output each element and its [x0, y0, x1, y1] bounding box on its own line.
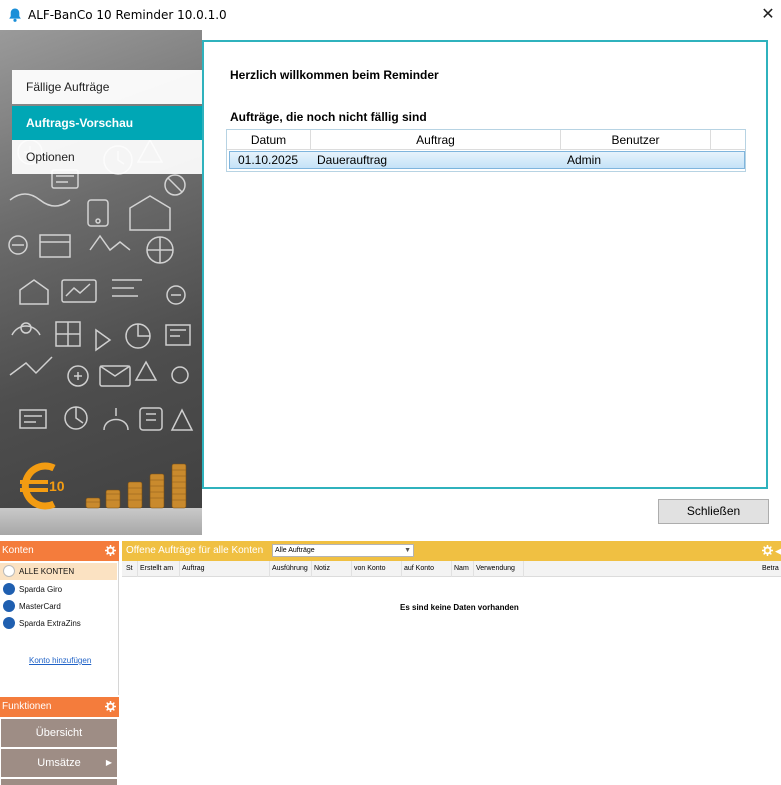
column-header-auftrag[interactable]: Auftrag — [311, 130, 561, 150]
title-bar: ALF-BanCo 10 Reminder 10.0.1.0 ✕ — [0, 0, 781, 30]
section-title: Aufträge, die noch nicht fällig sind — [230, 110, 427, 124]
column-header-von-konto[interactable]: von Konto — [352, 561, 402, 577]
column-header-status[interactable]: St — [124, 561, 138, 577]
cell-auftrag: Dauerauftrag — [317, 153, 388, 167]
orders-preview-table: Datum Auftrag Benutzer 01.10.2025 Dauera… — [226, 129, 746, 172]
column-header-ausfuehrung[interactable]: Ausführung — [270, 561, 312, 577]
umsaetze-button[interactable]: Umsätze ▶ — [1, 749, 117, 777]
nav-item-optionen[interactable]: Optionen — [12, 140, 202, 174]
bank-card-icon — [3, 617, 15, 629]
logo-digits: 10 — [49, 478, 65, 494]
gear-icon[interactable] — [762, 545, 773, 556]
column-header-auftrag[interactable]: Auftrag — [180, 561, 270, 577]
side-image-panel: Fällige Aufträge Auftrags-Vorschau Optio… — [0, 30, 202, 535]
funktionen-title: Funktionen — [2, 701, 52, 712]
konten-header: Konten — [0, 541, 119, 561]
konto-label: Sparda ExtraZins — [19, 619, 81, 628]
nav-item-auftrags-vorschau[interactable]: Auftrags-Vorschau — [12, 106, 202, 140]
schliessen-button[interactable]: Schließen — [658, 499, 769, 524]
coin-stacks-image — [85, 463, 187, 509]
orders-table-header: St Erstellt am Auftrag Ausführung Notiz … — [122, 561, 781, 577]
uebersicht-button[interactable]: Übersicht — [1, 719, 117, 747]
bank-card-icon — [3, 600, 15, 612]
table-row[interactable]: 01.10.2025 Dauerauftrag Admin — [229, 151, 745, 169]
konto-label: MasterCard — [19, 602, 61, 611]
konto-label: Sparda Giro — [19, 585, 63, 594]
konto-item-sparda-giro[interactable]: Sparda Giro — [0, 581, 117, 598]
funktionen-header: Funktionen — [0, 697, 119, 717]
column-header-benutzer[interactable]: Benutzer — [561, 130, 711, 150]
background-app: Konten ALLE KONTEN Sparda Giro MasterCar… — [0, 541, 781, 785]
gear-icon[interactable] — [105, 701, 116, 712]
bank-card-icon — [3, 583, 15, 595]
uebersicht-label: Übersicht — [35, 727, 83, 739]
chevron-right-icon: ▶ — [105, 758, 112, 767]
app-window: ALF-BanCo 10 Reminder 10.0.1.0 ✕ Fällige… — [0, 0, 781, 785]
column-header-datum[interactable]: Datum — [227, 130, 311, 150]
konten-list: ALLE KONTEN Sparda Giro MasterCard Spard… — [0, 561, 119, 695]
column-header-auf-konto[interactable]: auf Konto — [402, 561, 452, 577]
funktion-button[interactable] — [1, 779, 117, 785]
konto-item-mastercard[interactable]: MasterCard — [0, 598, 117, 615]
close-window-button[interactable]: ✕ — [757, 5, 779, 25]
umsaetze-label: Umsätze — [37, 757, 81, 769]
konto-item-sparda-extrazins[interactable]: Sparda ExtraZins — [0, 615, 117, 632]
nav-item-faellige-auftraege[interactable]: Fällige Aufträge — [12, 70, 202, 104]
orders-filter-select[interactable]: Alle Aufträge ▼ — [272, 544, 414, 557]
konten-title: Konten — [2, 545, 34, 556]
cell-datum: 01.10.2025 — [238, 153, 299, 167]
window-title: ALF-BanCo 10 Reminder 10.0.1.0 — [28, 8, 227, 22]
table-header: Datum Auftrag Benutzer — [227, 130, 745, 150]
collapse-arrow-icon[interactable]: ◀ — [775, 541, 781, 561]
orders-header: Offene Aufträge für alle Konten Alle Auf… — [122, 541, 781, 561]
cell-benutzer: Admin — [567, 153, 602, 167]
konto-hinzufuegen-link[interactable]: Konto hinzufügen — [29, 656, 91, 665]
doodle-illustration — [8, 138, 194, 431]
column-header-notiz[interactable]: Notiz — [312, 561, 352, 577]
orders-title: Offene Aufträge für alle Konten — [126, 545, 264, 556]
gear-icon[interactable] — [105, 545, 116, 556]
chevron-down-icon: ▼ — [404, 547, 411, 554]
bell-icon — [9, 8, 21, 22]
column-header-betrag[interactable]: Betra — [760, 561, 781, 577]
alf-banco-logo: 10 — [20, 462, 65, 510]
empty-state-message: Es sind keine Daten vorhanden — [400, 603, 519, 612]
konto-label: ALLE KONTEN — [19, 567, 75, 576]
column-header-erstellt[interactable]: Erstellt am — [138, 561, 180, 577]
column-header-verwendung[interactable]: Verwendung — [474, 561, 524, 577]
column-header-name[interactable]: Nam — [452, 561, 474, 577]
konto-item-alle[interactable]: ALLE KONTEN — [0, 563, 117, 580]
welcome-heading: Herzlich willkommen beim Reminder — [230, 68, 439, 82]
filter-value: Alle Aufträge — [275, 547, 315, 554]
content-panel: Herzlich willkommen beim Reminder Aufträ… — [202, 40, 768, 489]
account-icon — [3, 565, 15, 577]
close-icon: ✕ — [761, 6, 775, 23]
